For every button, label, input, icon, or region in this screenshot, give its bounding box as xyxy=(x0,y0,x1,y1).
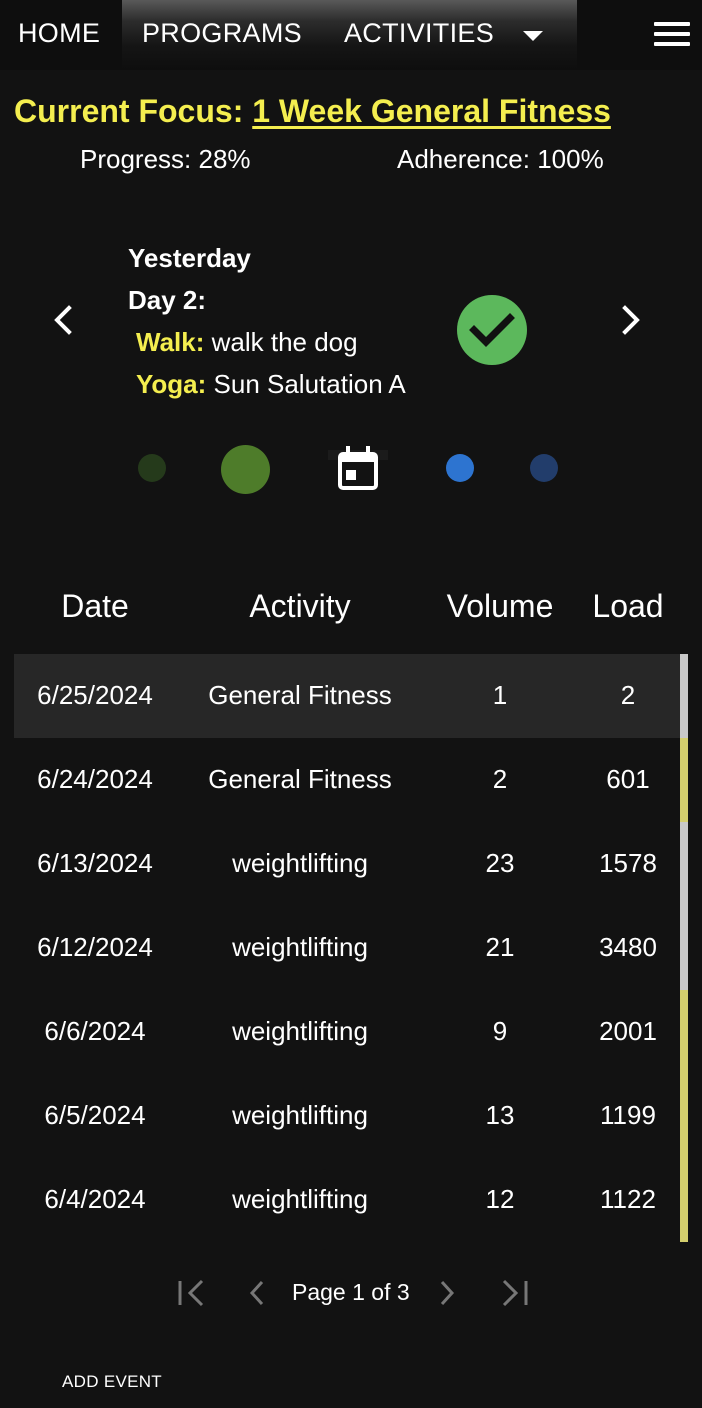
header-volume[interactable]: Volume xyxy=(430,588,570,625)
cell-volume: 1 xyxy=(492,680,508,710)
page-indicator: Page 1 of 3 xyxy=(292,1279,410,1305)
cell-load: 1122 xyxy=(600,1184,656,1214)
activity-detail: Sun Salutation A xyxy=(206,369,406,399)
header-date[interactable]: Date xyxy=(14,588,176,625)
cell-volume: 9 xyxy=(492,1016,508,1046)
cell-volume: 12 xyxy=(485,1184,515,1214)
cell-date: 6/12/2024 xyxy=(37,932,153,962)
prev-page-icon[interactable] xyxy=(240,1276,276,1310)
cell-date: 6/4/2024 xyxy=(44,1184,146,1214)
carousel-dot-active[interactable] xyxy=(221,445,270,494)
check-circle-icon xyxy=(457,295,527,365)
calendar-today-icon[interactable] xyxy=(328,442,388,496)
cell-activity: General Fitness xyxy=(208,680,392,710)
day-when: Yesterday xyxy=(128,243,251,273)
table-row[interactable]: 6/12/2024 weightlifting 21 3480 xyxy=(14,906,680,990)
carousel-dot[interactable] xyxy=(446,454,474,482)
chevron-left-icon[interactable] xyxy=(44,300,84,340)
table-row[interactable]: 6/24/2024 General Fitness 2 601 xyxy=(14,738,680,822)
table-scrollbar[interactable] xyxy=(680,654,688,1242)
cell-date: 6/24/2024 xyxy=(37,764,153,794)
progress-stat: Progress: 28% xyxy=(80,144,251,174)
day-title: Day 2: xyxy=(128,285,207,315)
cell-date: 6/5/2024 xyxy=(44,1100,146,1130)
scrollbar-segment[interactable] xyxy=(680,822,688,990)
last-page-icon[interactable] xyxy=(498,1276,534,1310)
activity-name: Yoga: xyxy=(136,369,207,399)
nav-programs[interactable]: PROGRAMS xyxy=(142,18,302,49)
day-activity: Yoga: Sun Salutation A xyxy=(136,369,406,400)
program-link[interactable]: 1 Week General Fitness xyxy=(252,93,611,129)
current-focus-label: Current Focus: xyxy=(14,93,253,129)
scrollbar-segment[interactable] xyxy=(680,654,688,738)
cell-volume: 23 xyxy=(485,848,515,878)
cell-load: 2001 xyxy=(599,1016,657,1046)
nav-activities[interactable]: ACTIVITIES xyxy=(344,18,494,49)
cell-date: 6/13/2024 xyxy=(37,848,153,878)
header-load[interactable]: Load xyxy=(578,588,678,625)
cell-activity: General Fitness xyxy=(208,764,392,794)
current-focus: Current Focus: 1 Week General Fitness xyxy=(14,93,611,130)
cell-load: 2 xyxy=(620,680,636,710)
cell-load: 3480 xyxy=(599,932,657,962)
carousel-dot[interactable] xyxy=(530,454,558,482)
top-nav: HOME PROGRAMS ACTIVITIES xyxy=(0,0,702,70)
cell-volume: 21 xyxy=(485,932,515,962)
cell-date: 6/6/2024 xyxy=(44,1016,146,1046)
cell-activity: weightlifting xyxy=(232,1100,368,1130)
activity-name: Walk: xyxy=(136,327,205,357)
table-row[interactable]: 6/5/2024 weightlifting 13 1199 xyxy=(14,1074,680,1158)
day-activity: Walk: walk the dog xyxy=(136,327,358,358)
nav-home[interactable]: HOME xyxy=(18,18,100,49)
caret-down-icon[interactable] xyxy=(523,31,543,41)
next-page-icon[interactable] xyxy=(430,1276,466,1310)
add-event-button[interactable]: ADD EVENT xyxy=(62,1372,162,1392)
cell-activity: weightlifting xyxy=(232,848,368,878)
first-page-icon[interactable] xyxy=(174,1276,210,1310)
hamburger-menu-icon[interactable] xyxy=(650,20,690,50)
table-row[interactable]: 6/13/2024 weightlifting 23 1578 xyxy=(14,822,680,906)
adherence-stat: Adherence: 100% xyxy=(397,144,604,174)
cell-load: 1199 xyxy=(600,1100,656,1130)
cell-activity: weightlifting xyxy=(232,932,368,962)
cell-activity: weightlifting xyxy=(232,1184,368,1214)
activity-detail: walk the dog xyxy=(204,327,358,357)
header-activity[interactable]: Activity xyxy=(180,588,420,625)
cell-volume: 13 xyxy=(485,1100,515,1130)
cell-load: 1578 xyxy=(599,848,657,878)
table-row[interactable]: 6/4/2024 weightlifting 12 1122 xyxy=(14,1158,680,1242)
table-row[interactable]: 6/6/2024 weightlifting 9 2001 xyxy=(14,990,680,1074)
cell-activity: weightlifting xyxy=(232,1016,368,1046)
cell-load: 601 xyxy=(606,764,650,794)
carousel-dot[interactable] xyxy=(138,454,166,482)
table-row[interactable]: 6/25/2024 General Fitness 1 2 xyxy=(14,654,680,738)
chevron-right-icon[interactable] xyxy=(610,300,650,340)
cell-volume: 2 xyxy=(492,764,508,794)
cell-date: 6/25/2024 xyxy=(37,680,153,710)
